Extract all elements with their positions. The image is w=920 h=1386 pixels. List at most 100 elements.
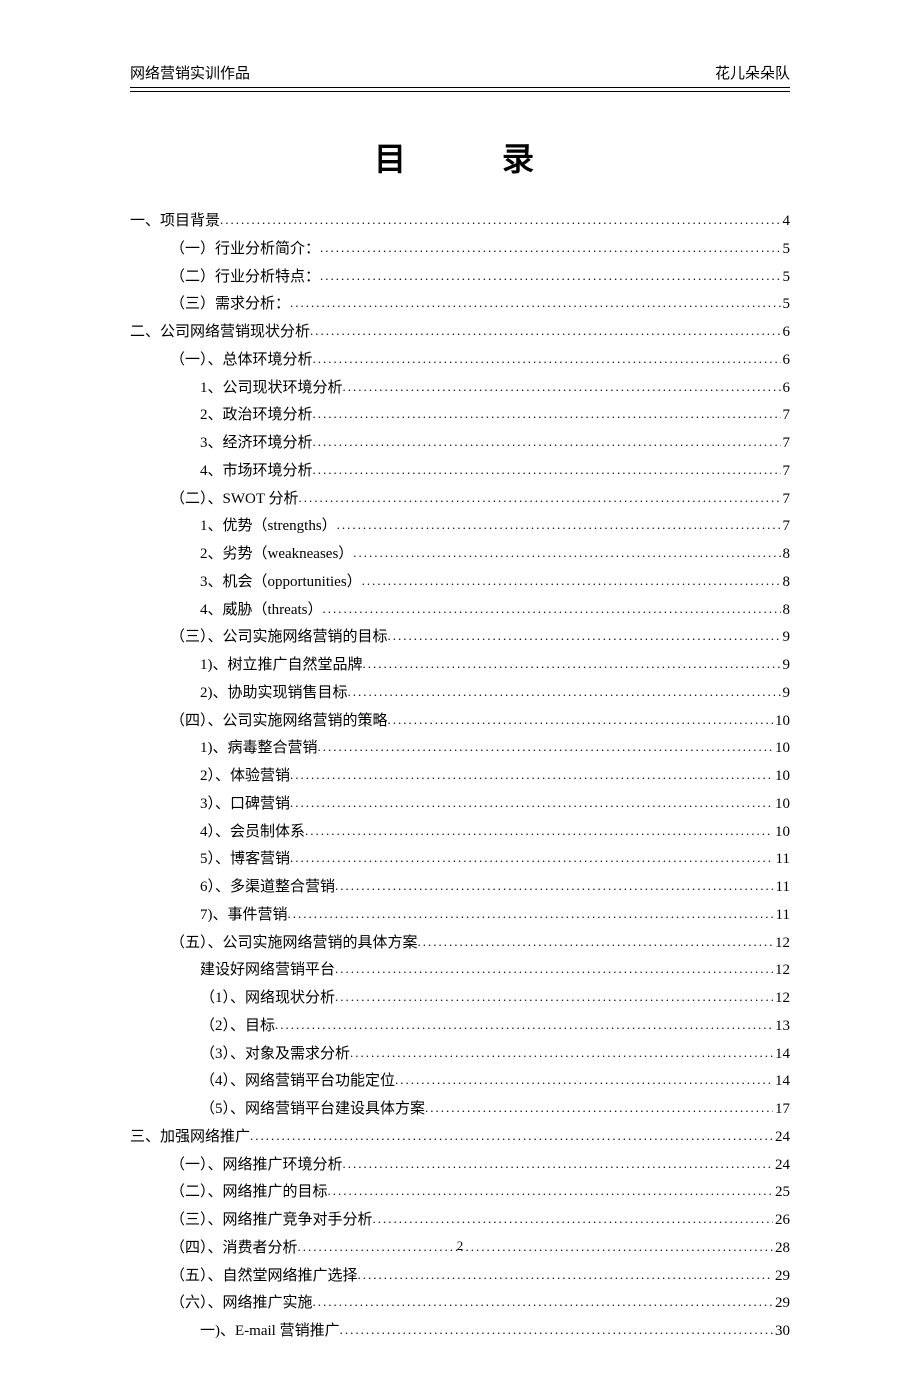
toc-entry-page: 9: [781, 652, 791, 680]
toc-leader-dots: [313, 458, 781, 482]
toc-leader-dots: [373, 1207, 773, 1231]
toc-entry-label: 2）、体验营销: [200, 763, 290, 791]
toc-entry: 2）、体验营销 10: [130, 763, 790, 791]
toc-leader-dots: [358, 1263, 773, 1287]
toc-leader-dots: [425, 1096, 773, 1120]
toc-leader-dots: [318, 735, 774, 759]
toc-entry-label: 2、政治环境分析: [200, 402, 313, 430]
page-header: 网络营销实训作品 花儿朵朵队: [130, 62, 790, 88]
toc-entry-page: 11: [774, 846, 790, 874]
toc-entry-label: （三）、公司实施网络营销的目标: [170, 624, 388, 652]
toc-entry-page: 30: [773, 1318, 790, 1346]
toc-leader-dots: [220, 208, 780, 232]
toc-entry: 二、公司网络营销现状分析6: [130, 319, 790, 347]
toc-entry-page: 4: [781, 208, 791, 236]
toc-entry-page: 29: [773, 1263, 790, 1291]
toc-leader-dots: [298, 486, 780, 510]
toc-entry-page: 13: [773, 1013, 790, 1041]
toc-entry-label: 7)、事件营销: [200, 902, 288, 930]
toc-entry-page: 7: [781, 513, 791, 541]
toc-entry-page: 10: [773, 708, 790, 736]
toc-entry: （五）、自然堂网络推广选择 29: [130, 1263, 790, 1291]
toc-entry-page: 5: [781, 291, 791, 319]
toc-entry-label: 4）、会员制体系: [200, 819, 305, 847]
toc-leader-dots: [313, 347, 781, 371]
toc-entry-label: 1)、树立推广自然堂品牌: [200, 652, 363, 680]
toc-entry-label: 1、优势（strengths）: [200, 513, 337, 541]
toc-entry-label: 三、加强网络推广: [130, 1124, 250, 1152]
toc-leader-dots: [290, 846, 774, 870]
toc-leader-dots: [343, 375, 781, 399]
toc-entry: 6）、多渠道整合营销11: [130, 874, 790, 902]
toc-entry: 1、优势（strengths） 7: [130, 513, 790, 541]
toc-leader-dots: [313, 1290, 773, 1314]
toc-entry-page: 6: [781, 375, 791, 403]
toc-leader-dots: [313, 430, 781, 454]
toc-leader-dots: [348, 680, 781, 704]
toc-entry: （二）、网络推广的目标25: [130, 1179, 790, 1207]
toc-leader-dots: [275, 1013, 773, 1037]
toc-entry-page: 7: [781, 430, 791, 458]
toc-entry-page: 9: [781, 680, 791, 708]
toc-entry: 3、机会（opportunities）8: [130, 569, 790, 597]
toc-entry-label: （1）、网络现状分析: [200, 985, 335, 1013]
toc-leader-dots: [335, 957, 773, 981]
toc-leader-dots: [343, 1152, 773, 1176]
toc-entry-label: 2)、协助实现销售目标: [200, 680, 348, 708]
toc-entry: 建设好网络营销平台12: [130, 957, 790, 985]
toc-leader-dots: [388, 624, 781, 648]
toc-entry-label: （三）需求分析：: [170, 291, 290, 319]
toc-entry-page: 26: [773, 1207, 790, 1235]
toc-entry-label: 3、机会（opportunities）: [200, 569, 362, 597]
toc-entry-label: 4、威胁（threats）: [200, 597, 322, 625]
toc-entry-label: 2、劣势（weakneases）: [200, 541, 353, 569]
toc-entry-label: （五）、自然堂网络推广选择: [170, 1263, 358, 1291]
toc-entry-label: 一)、E-mail 营销推广: [200, 1318, 340, 1346]
toc-entry-page: 7: [781, 402, 791, 430]
toc-entry-page: 24: [773, 1152, 790, 1180]
toc-entry: （一）行业分析简介：5: [130, 236, 790, 264]
toc-leader-dots: [350, 1041, 773, 1065]
toc-entry-label: 5）、博客营销: [200, 846, 290, 874]
toc-entry-page: 24: [773, 1124, 790, 1152]
toc-entry-label: （一）行业分析简介：: [170, 236, 320, 264]
toc-entry: 2、劣势（weakneases） 8: [130, 541, 790, 569]
toc-leader-dots: [362, 569, 781, 593]
toc-entry-label: 建设好网络营销平台: [200, 957, 335, 985]
toc-entry: （三）需求分析： 5: [130, 291, 790, 319]
toc-entry: （二）行业分析特点：5: [130, 264, 790, 292]
toc-leader-dots: [313, 402, 781, 426]
toc-leader-dots: [335, 985, 773, 1009]
document-page: 网络营销实训作品 花儿朵朵队 目 录 一、项目背景4（一）行业分析简介：5（二）…: [0, 0, 920, 1386]
toc-entry-label: （三）、网络推广竞争对手分析: [170, 1207, 373, 1235]
toc-entry: 4、市场环境分析7: [130, 458, 790, 486]
toc-title: 目 录: [130, 134, 790, 180]
toc-leader-dots: [320, 264, 780, 288]
toc-leader-dots: [328, 1179, 773, 1203]
toc-leader-dots: [290, 791, 773, 815]
toc-entry: 1、公司现状环境分析6: [130, 375, 790, 403]
toc-entry: 4、威胁（threats）8: [130, 597, 790, 625]
toc-entry-label: 6）、多渠道整合营销: [200, 874, 335, 902]
toc-leader-dots: [340, 1318, 773, 1342]
toc-leader-dots: [388, 708, 773, 732]
toc-entry: （4）、网络营销平台功能定位14: [130, 1068, 790, 1096]
toc-entry-label: （二）、网络推广的目标: [170, 1179, 328, 1207]
toc-entry: （五）、公司实施网络营销的具体方案12: [130, 930, 790, 958]
toc-leader-dots: [320, 236, 780, 260]
toc-leader-dots: [335, 874, 774, 898]
toc-entry: 一、项目背景4: [130, 208, 790, 236]
toc-entry-page: 12: [773, 985, 790, 1013]
toc-entry: （二）、SWOT 分析7: [130, 486, 790, 514]
toc-entry-label: （一）、网络推广环境分析: [170, 1152, 343, 1180]
toc-entry-page: 10: [773, 791, 790, 819]
page-number: 2: [0, 1238, 920, 1254]
toc-entry: （四）、公司实施网络营销的策略10: [130, 708, 790, 736]
toc-leader-dots: [395, 1068, 773, 1092]
toc-leader-dots: [290, 763, 773, 787]
header-underline: [130, 91, 790, 92]
toc-entry-page: 8: [781, 541, 791, 569]
toc-entry: 3、经济环境分析7: [130, 430, 790, 458]
toc-entry-page: 10: [773, 763, 790, 791]
toc-leader-dots: [418, 930, 773, 954]
